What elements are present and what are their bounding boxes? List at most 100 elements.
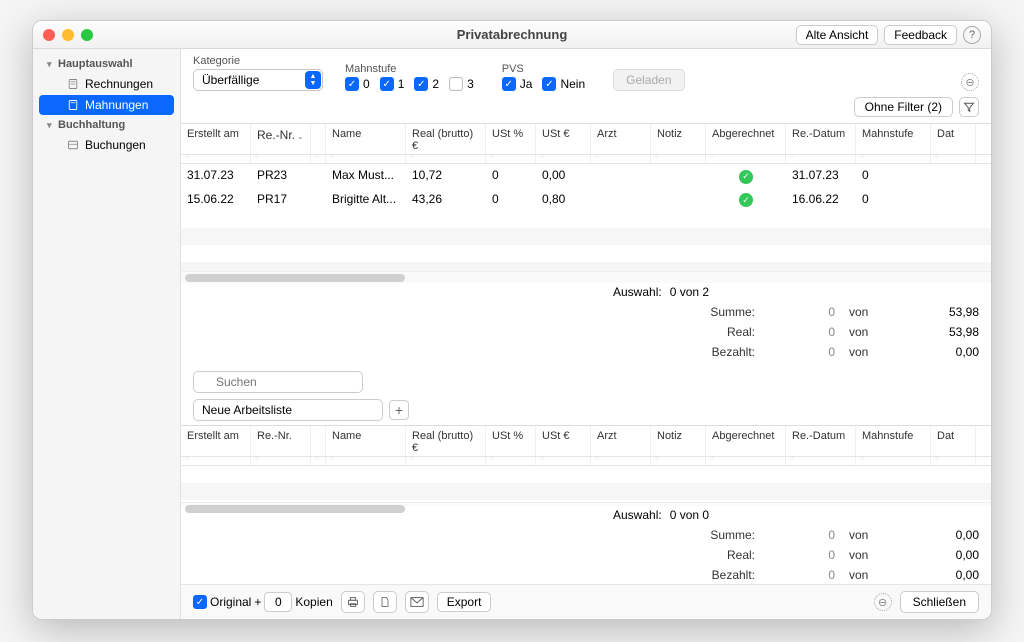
col-datum[interactable]: Dat (931, 124, 976, 154)
mahnstufe-0-checkbox[interactable]: ✓ (345, 77, 359, 91)
col-ust-pct[interactable]: USt % (486, 426, 536, 456)
lower-table-header: Erstellt am Re.-Nr. Name Real (brutto) €… (181, 425, 991, 457)
real-label: Real: (679, 325, 769, 339)
cell-erstellt: 15.06.22 (181, 190, 251, 210)
ohne-filter-button[interactable]: Ohne Filter (2) (854, 97, 953, 117)
mail-button[interactable] (405, 591, 429, 613)
kopien-input[interactable] (264, 592, 292, 612)
col-re-nr[interactable]: Re.-Nr.⌄ (251, 124, 311, 154)
bezahlt-b: 0,00 (909, 345, 979, 359)
document-icon (379, 595, 391, 609)
col-name[interactable]: Name (326, 124, 406, 154)
footer-settings-icon[interactable]: ⊖ (874, 593, 892, 611)
col-notiz[interactable]: Notiz (651, 124, 706, 154)
real-label: Real: (679, 548, 769, 562)
col-notiz[interactable]: Notiz (651, 426, 706, 456)
cell-renr: PR17 (251, 190, 311, 210)
col-arzt[interactable]: Arzt (591, 426, 651, 456)
col-ust-eur[interactable]: USt € (536, 124, 591, 154)
bezahlt-von: von (849, 345, 909, 359)
mail-icon (410, 596, 424, 608)
scrollbar-thumb[interactable] (185, 274, 405, 282)
col-erstellt-am[interactable]: Erstellt am (181, 426, 251, 456)
cell-name: Max Must... (326, 166, 406, 186)
col-mahnstufe[interactable]: Mahnstufe (856, 426, 931, 456)
bezahlt-label: Bezahlt: (679, 568, 769, 582)
document-button[interactable] (373, 591, 397, 613)
sidebar: Hauptauswahl Rechnungen Mahnungen Buchha… (33, 49, 181, 619)
col-datum[interactable]: Dat (931, 426, 976, 456)
filter-bar: Kategorie Überfällige ▲▼ Mahnstufe ✓0 ✓1… (181, 49, 991, 95)
original-checkbox[interactable]: ✓ (193, 595, 207, 609)
sidebar-item-buchungen[interactable]: Buchungen (39, 135, 174, 155)
pvs-ja-label: Ja (520, 77, 533, 91)
abgerechnet-check-icon: ✓ (739, 193, 753, 207)
cell-ustp: 0 (486, 190, 536, 210)
horizontal-scrollbar[interactable] (181, 271, 991, 283)
app-window: Privatabrechnung Alte Ansicht Feedback ?… (32, 20, 992, 620)
table-row[interactable]: 15.06.22 PR17 Brigitte Alt... 43,26 0 0,… (181, 188, 991, 212)
col-re-datum[interactable]: Re.-Datum (786, 426, 856, 456)
col-real-brutto[interactable]: Real (brutto) € (406, 426, 486, 456)
col-ust-pct[interactable]: USt % (486, 124, 536, 154)
col-ust-eur[interactable]: USt € (536, 426, 591, 456)
feedback-button[interactable]: Feedback (884, 25, 957, 45)
search-input[interactable] (193, 371, 363, 393)
col-name[interactable]: Name (326, 426, 406, 456)
cell-real: 10,72 (406, 166, 486, 186)
real-von: von (849, 325, 909, 339)
pvs-ja-checkbox[interactable]: ✓ (502, 77, 516, 91)
print-button[interactable] (341, 591, 365, 613)
table-header: Erstellt am Re.-Nr.⌄ Name Real (brutto) … (181, 123, 991, 155)
minimize-window-button[interactable] (62, 29, 74, 41)
worklist-name-input[interactable] (193, 399, 383, 421)
cell-mahn: 0 (856, 190, 931, 210)
col-arzt[interactable]: Arzt (591, 124, 651, 154)
sort-indicator-icon: ⌄ (297, 132, 304, 141)
col-erstellt-am[interactable]: Erstellt am (181, 124, 251, 154)
cell-uste: 0,80 (536, 190, 591, 210)
scrollbar-thumb[interactable] (185, 505, 405, 513)
col-abgerechnet[interactable]: Abgerechnet (706, 124, 786, 154)
col-re-datum[interactable]: Re.-Datum (786, 124, 856, 154)
kategorie-select[interactable]: Überfällige (193, 69, 323, 91)
geladen-button[interactable]: Geladen (613, 69, 684, 91)
sidebar-item-label: Mahnungen (85, 98, 148, 112)
col-re-nr[interactable]: Re.-Nr. (251, 426, 311, 456)
sidebar-item-label: Buchungen (85, 138, 146, 152)
col-real-brutto[interactable]: Real (brutto) € (406, 124, 486, 154)
export-button[interactable]: Export (437, 592, 492, 612)
mahnstufe-1-label: 1 (398, 77, 405, 91)
sidebar-group-buchhaltung[interactable]: Buchhaltung (33, 116, 180, 134)
col-abgerechnet[interactable]: Abgerechnet (706, 426, 786, 456)
table-row[interactable]: 31.07.23 PR23 Max Must... 10,72 0 0,00 ✓… (181, 164, 991, 188)
close-window-button[interactable] (43, 29, 55, 41)
funnel-filter-button[interactable] (959, 97, 979, 117)
close-button[interactable]: Schließen (900, 591, 979, 613)
settings-gear-icon[interactable]: ⊖ (961, 73, 979, 91)
titlebar: Privatabrechnung Alte Ansicht Feedback ? (33, 21, 991, 49)
help-button[interactable]: ? (963, 26, 981, 44)
lower-table-body (181, 466, 991, 502)
mahnstufe-1-checkbox[interactable]: ✓ (380, 77, 394, 91)
pvs-label: PVS (502, 63, 591, 75)
summe-label: Summe: (679, 528, 769, 542)
reminder-icon (67, 99, 79, 111)
pvs-nein-checkbox[interactable]: ✓ (542, 77, 556, 91)
mahnstufe-2-checkbox[interactable]: ✓ (414, 77, 428, 91)
upper-table: Erstellt am Re.-Nr.⌄ Name Real (brutto) … (181, 123, 991, 283)
main-panel: Kategorie Überfällige ▲▼ Mahnstufe ✓0 ✓1… (181, 49, 991, 619)
summe-a: 0 (769, 305, 849, 319)
horizontal-scrollbar-lower[interactable] (181, 502, 991, 506)
col-mahnstufe[interactable]: Mahnstufe (856, 124, 931, 154)
sidebar-group-hauptauswahl[interactable]: Hauptauswahl (33, 55, 180, 73)
sidebar-item-mahnungen[interactable]: Mahnungen (39, 95, 174, 115)
mahnstufe-0-label: 0 (363, 77, 370, 91)
printer-icon (346, 595, 360, 609)
mahnstufe-3-checkbox[interactable] (449, 77, 463, 91)
zoom-window-button[interactable] (81, 29, 93, 41)
add-worklist-button[interactable]: + (389, 400, 409, 420)
sidebar-item-rechnungen[interactable]: Rechnungen (39, 74, 174, 94)
alte-ansicht-button[interactable]: Alte Ansicht (796, 25, 879, 45)
cell-name: Brigitte Alt... (326, 190, 406, 210)
